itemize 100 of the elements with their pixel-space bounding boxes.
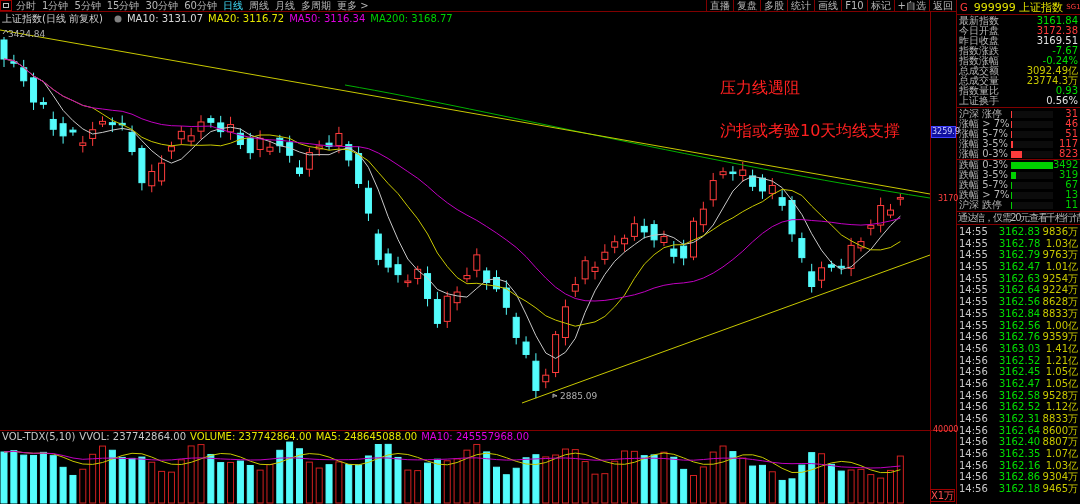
trade-time: 14:56 bbox=[959, 459, 989, 472]
period-tab[interactable]: 多周期 bbox=[300, 0, 331, 11]
period-tab[interactable]: 5分钟 bbox=[74, 0, 101, 11]
stat-value: 3161.84 bbox=[1036, 16, 1078, 26]
period-tab[interactable]: 月线 bbox=[274, 0, 295, 11]
trade-price: 3162.47 bbox=[999, 377, 1042, 390]
trade-time: 14:56 bbox=[959, 342, 989, 355]
stat-value: 0.93 bbox=[1055, 86, 1078, 96]
period-tab[interactable]: 30分钟 bbox=[145, 0, 179, 11]
indicator-value: MA10: 245557968.00 bbox=[421, 431, 530, 442]
chart-title: 上证指数(日线 前复权) bbox=[2, 13, 103, 24]
trade-amount: 9304万 bbox=[1042, 471, 1078, 484]
toolbar-button[interactable]: F10 bbox=[841, 0, 867, 11]
toolbar-button[interactable]: +自选 bbox=[893, 0, 929, 11]
trade-time: 14:56 bbox=[959, 401, 989, 413]
breadth-label: 涨幅 0-3% bbox=[959, 149, 1009, 159]
trade-amount: 1.21亿 bbox=[1045, 354, 1078, 367]
trade-time: 14:56 bbox=[959, 331, 989, 343]
stat-value: -7.67 bbox=[1052, 46, 1078, 56]
period-tab[interactable]: 日线 bbox=[222, 0, 243, 11]
toolbar-button[interactable]: 标记 bbox=[866, 0, 894, 11]
notice-text: 通达信，仅需20元查看千档行情 bbox=[957, 212, 1080, 225]
trade-time: 14:56 bbox=[959, 413, 989, 425]
toolbar-button[interactable]: 统计 bbox=[787, 0, 815, 11]
trade-price: 3162.63 bbox=[998, 272, 1042, 285]
toolbar-button[interactable]: 复盘 bbox=[733, 0, 761, 11]
trade-time: 14:55 bbox=[959, 249, 989, 262]
stat-label: 昨日收盘 bbox=[959, 36, 999, 46]
trade-amount: 1.05亿 bbox=[1045, 366, 1078, 378]
trade-price: 3162.31 bbox=[998, 413, 1042, 425]
period-tab[interactable]: 周线 bbox=[248, 0, 269, 11]
trade-time: 14:56 bbox=[959, 471, 989, 484]
toolbar-button[interactable]: 直播 bbox=[706, 0, 734, 11]
indicator-value: VVOL: 237742864.00 bbox=[79, 431, 187, 442]
period-tab[interactable]: 15分钟 bbox=[106, 0, 140, 11]
breadth-count: 11 bbox=[1065, 200, 1078, 210]
stat-label: 总成交额 bbox=[959, 66, 999, 76]
breadth-label: 沪深 涨停 bbox=[959, 109, 1004, 119]
trade-price: 3162.52 bbox=[999, 354, 1042, 367]
trade-time: 14:56 bbox=[959, 354, 989, 367]
trade-amount: 1.07亿 bbox=[1045, 448, 1078, 460]
indicator-value: MA5: 248645088.00 bbox=[315, 431, 418, 442]
trade-amount: 1.41亿 bbox=[1045, 342, 1078, 355]
trade-amount: 8628万 bbox=[1042, 296, 1078, 308]
trade-time: 14:55 bbox=[959, 307, 989, 320]
toolbar-button[interactable]: 画线 bbox=[814, 0, 842, 11]
toolbar-button[interactable]: 返回 bbox=[929, 0, 956, 11]
trade-price: 3162.84 bbox=[998, 307, 1042, 320]
period-tab[interactable]: 更多 > bbox=[336, 0, 369, 11]
trade-amount: 1.05亿 bbox=[1045, 377, 1078, 390]
stat-value: 0.56% bbox=[1046, 96, 1078, 106]
trade-time: 14:56 bbox=[959, 389, 989, 402]
toolbar-button[interactable]: 多股 bbox=[760, 0, 788, 11]
trade-price: 3162.40 bbox=[998, 436, 1042, 449]
trade-amount: 1.03亿 bbox=[1045, 459, 1078, 472]
trade-time: 14:56 bbox=[959, 424, 989, 437]
trade-price: 3162.56 bbox=[999, 319, 1042, 332]
trade-time: 14:56 bbox=[959, 483, 989, 495]
indicator-value: MA10: 3131.07 bbox=[127, 13, 204, 24]
low-price-label: 2885.09 bbox=[560, 391, 598, 401]
period-tab[interactable]: 1分钟 bbox=[42, 0, 69, 11]
breadth-count: 117 bbox=[1058, 139, 1078, 149]
trade-time: 14:56 bbox=[959, 448, 989, 460]
breadth-label: 跌幅 > 7% bbox=[959, 190, 1009, 200]
breadth-label: 沪深 跌停 bbox=[959, 200, 1004, 210]
trade-time: 14:55 bbox=[959, 272, 989, 285]
trade-amount: 9528万 bbox=[1042, 389, 1078, 402]
trade-time: 14:55 bbox=[959, 226, 989, 238]
period-tab[interactable]: 60分钟 bbox=[184, 0, 217, 11]
trade-time: 14:55 bbox=[959, 284, 989, 297]
annotation-text: 沪指或考验10天均线支撑 bbox=[720, 121, 901, 142]
trade-amount: 1.01亿 bbox=[1045, 261, 1078, 273]
stat-value: 3169.51 bbox=[1036, 36, 1078, 46]
trade-amount: 8600万 bbox=[1042, 424, 1078, 437]
trade-price: 3162.45 bbox=[999, 366, 1042, 378]
stat-value: 3092.49亿 bbox=[1026, 66, 1078, 76]
trade-price: 3162.64 bbox=[998, 284, 1042, 297]
breadth-label: 涨幅 3-5% bbox=[959, 139, 1009, 149]
stock-name: 999999 上证指数 bbox=[973, 0, 1064, 15]
stat-label: 总成交量 bbox=[959, 76, 999, 86]
period-tab[interactable]: 分时 bbox=[16, 0, 36, 11]
breadth-label: 跌幅 3-5% bbox=[959, 170, 1009, 180]
stat-label: 今日开盘 bbox=[959, 26, 999, 36]
trade-price: 3162.76 bbox=[998, 331, 1042, 343]
trade-price: 3162.52 bbox=[999, 401, 1042, 413]
trade-price: 3162.79 bbox=[998, 249, 1042, 262]
trade-price: 3162.16 bbox=[999, 459, 1042, 472]
axis-label: X1万 bbox=[930, 489, 956, 502]
stat-label: 指数涨跌 bbox=[959, 46, 999, 56]
trade-amount: 9763万 bbox=[1042, 249, 1078, 262]
breadth-label: 跌幅 5-7% bbox=[959, 180, 1008, 190]
trade-price: 3162.47 bbox=[999, 261, 1042, 273]
trade-amount: 1.00亿 bbox=[1045, 319, 1078, 332]
breadth-count: 13 bbox=[1065, 190, 1078, 200]
breadth-count: 31 bbox=[1065, 109, 1078, 119]
breadth-count: 319 bbox=[1058, 170, 1078, 180]
trade-amount: 8833万 bbox=[1042, 307, 1078, 320]
trade-price: 3162.64 bbox=[998, 424, 1042, 437]
stat-label: 最新指数 bbox=[959, 16, 999, 26]
trade-price: 3162.86 bbox=[998, 471, 1042, 484]
